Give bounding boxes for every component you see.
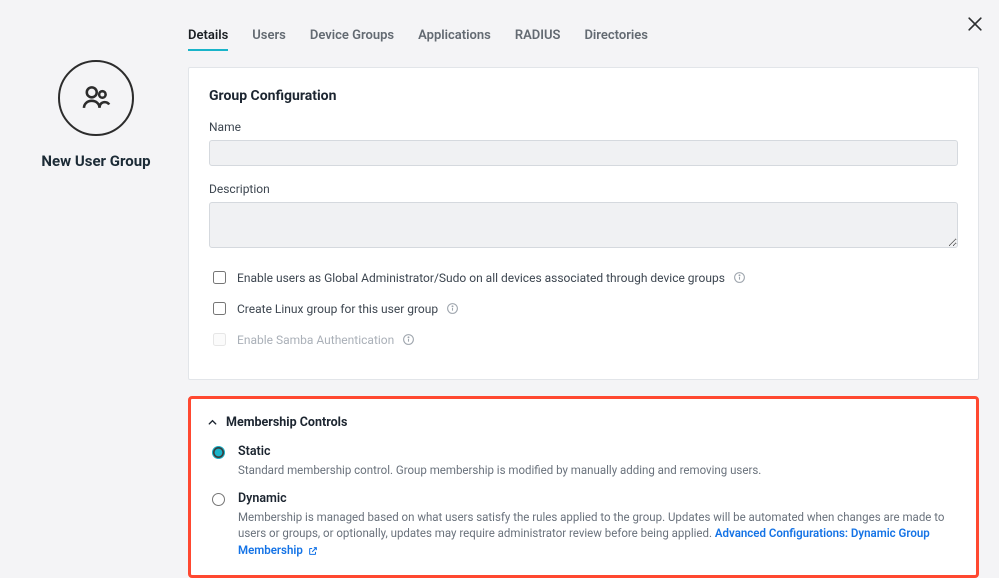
side-summary: New User Group (20, 28, 172, 170)
group-avatar (58, 60, 134, 136)
group-configuration-panel: Group Configuration Name Description Ena… (188, 67, 979, 380)
name-input[interactable] (209, 140, 958, 166)
radio-dynamic-row: Dynamic Membership is managed based on w… (207, 491, 956, 559)
radio-static-desc: Standard membership control. Group membe… (238, 462, 761, 479)
users-icon (79, 81, 113, 115)
membership-toggle[interactable]: Membership Controls (207, 415, 956, 430)
description-label: Description (209, 182, 958, 196)
membership-controls-panel: Membership Controls Static Standard memb… (188, 396, 979, 578)
tab-device-groups[interactable]: Device Groups (310, 28, 394, 51)
radio-dynamic-title: Dynamic (238, 491, 956, 506)
external-link-icon (308, 546, 318, 556)
close-icon[interactable] (965, 14, 985, 34)
info-icon[interactable] (446, 302, 459, 315)
info-icon[interactable] (733, 271, 746, 284)
checkbox-global-admin-row: Enable users as Global Administrator/Sud… (209, 268, 958, 287)
radio-static-row: Static Standard membership control. Grou… (207, 444, 956, 479)
checkbox-samba (213, 333, 226, 346)
description-input[interactable] (209, 202, 958, 248)
info-icon[interactable] (402, 333, 415, 346)
radio-static-title: Static (238, 444, 761, 459)
checkbox-linux-group-label: Create Linux group for this user group (237, 302, 438, 316)
membership-heading: Membership Controls (226, 415, 347, 430)
tab-radius[interactable]: RADIUS (515, 28, 561, 51)
tab-users[interactable]: Users (252, 28, 286, 51)
checkbox-linux-group-row: Create Linux group for this user group (209, 299, 958, 318)
tab-details[interactable]: Details (188, 28, 228, 51)
tab-directories[interactable]: Directories (584, 28, 647, 51)
checkbox-linux-group[interactable] (213, 302, 226, 315)
tab-applications[interactable]: Applications (418, 28, 491, 51)
panel-heading: Group Configuration (209, 88, 958, 104)
page-title: New User Group (41, 152, 150, 170)
radio-dynamic-desc: Membership is managed based on what user… (238, 509, 956, 559)
tabs: Details Users Device Groups Applications… (188, 28, 979, 59)
checkbox-samba-label: Enable Samba Authentication (237, 333, 394, 347)
name-label: Name (209, 120, 958, 134)
checkbox-global-admin[interactable] (213, 271, 226, 284)
checkbox-global-admin-label: Enable users as Global Administrator/Sud… (237, 271, 725, 285)
radio-static[interactable] (212, 446, 225, 459)
chevron-up-icon (207, 417, 218, 428)
checkbox-samba-row: Enable Samba Authentication (209, 330, 958, 349)
